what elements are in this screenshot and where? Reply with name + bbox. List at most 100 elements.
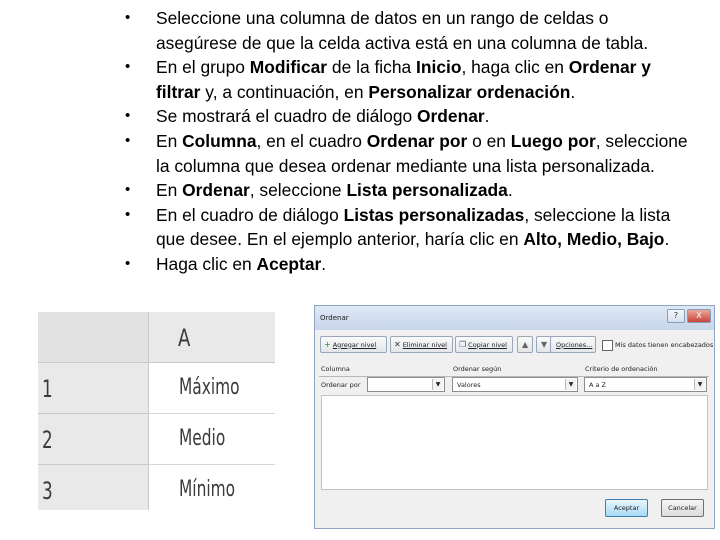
bold-term: Inicio (416, 57, 462, 78)
dialog-titlebar: Ordenar ? X (315, 306, 714, 330)
instruction-line: • En el grupo Modificar de la ficha Inici… (125, 55, 715, 80)
copy-level-button[interactable]: ❐ Copiar nivel (455, 336, 513, 353)
chevron-down-icon: ▼ (694, 379, 705, 390)
column-header-a: A (178, 324, 191, 352)
sort-by-label: Ordenar por (321, 381, 361, 389)
cell-a2: Medio (149, 414, 275, 465)
instruction-line: filtrar y, a continuación, en Personaliz… (125, 80, 715, 105)
bullet-dot: • (125, 9, 131, 26)
bold-term: Luego por (510, 130, 596, 151)
bold-term: Aceptar (256, 253, 322, 274)
row-header: 1 (38, 363, 149, 414)
instruction-text: Se mostrará el cuadro de diálogo (156, 106, 418, 127)
bold-term: Ordenar y (568, 57, 651, 78)
bullet-dot: • (125, 181, 131, 199)
close-button[interactable]: X (687, 309, 711, 323)
dialog-toolbar: + Agregar nivel ✕ Eliminar nivel ❐ Copia… (315, 332, 714, 360)
bold-term: Ordenar (417, 106, 485, 127)
instruction-text: que desee. En el ejemplo anterior, haría… (156, 229, 524, 250)
row-number: 1 (42, 375, 53, 403)
instruction-text: asegúrese de que la celda activa está en… (156, 32, 649, 53)
add-icon: + (324, 340, 331, 349)
bold-term: Modificar (249, 57, 328, 78)
select-all-corner (38, 312, 149, 362)
instruction-text: , en el cuadro (256, 130, 367, 151)
bold-term: filtrar (156, 81, 201, 102)
instruction-text: En el cuadro de diálogo (156, 204, 344, 225)
instruction-text: la columna que desea ordenar mediante un… (156, 155, 655, 176)
bold-term: Lista personalizada (346, 180, 508, 201)
cell-a1: Máximo (149, 363, 275, 414)
instruction-text: de la ficha (327, 57, 417, 78)
instruction-list: • Seleccione una columna de datos en un r… (125, 6, 715, 277)
instruction-text: , haga clic en (461, 57, 569, 78)
row-number: 3 (42, 477, 53, 505)
bold-term: Ordenar (182, 180, 250, 201)
instruction-line: asegúrese de que la celda activa está en… (125, 31, 715, 56)
instruction-line: la columna que desea ordenar mediante un… (125, 154, 715, 179)
arrow-up-icon: ▲ (522, 340, 529, 349)
row-number: 2 (42, 426, 53, 454)
chevron-down-icon: ▼ (565, 379, 576, 390)
sort-dialog: Ordenar ? X + Agregar nivel ✕ Eliminar n… (314, 305, 715, 529)
bullet-dot: • (125, 131, 131, 149)
instruction-line: • Se mostrará el cuadro de diálogo Ordena… (125, 104, 715, 129)
headers-checkbox[interactable] (602, 340, 613, 351)
sort-on-value: Valores (457, 381, 481, 389)
column-header-label: Columna (321, 365, 350, 373)
instruction-text: , seleccione (249, 180, 347, 201)
sort-on-select[interactable]: Valores ▼ (452, 377, 578, 392)
instruction-text: . (507, 180, 513, 201)
chevron-down-icon: ▼ (432, 379, 443, 390)
bullet-dot: • (125, 205, 131, 223)
options-button[interactable]: Opciones... (550, 336, 596, 353)
cell-a3: Mínimo (149, 465, 275, 510)
order-select[interactable]: A a Z ▼ (584, 377, 707, 392)
options-label: Opciones... (556, 340, 593, 349)
add-level-button[interactable]: + Agregar nivel (320, 336, 387, 353)
cell-value: Mínimo (179, 477, 236, 502)
sort-on-header-label: Ordenar según (453, 365, 502, 373)
bold-term: Ordenar por (366, 130, 468, 151)
instruction-text: . (664, 229, 670, 250)
instruction-text: . (484, 106, 490, 127)
instruction-text: Seleccione una columna de datos en un ra… (156, 8, 609, 28)
ok-button[interactable]: Aceptar (605, 499, 648, 517)
sort-levels-area (321, 395, 708, 490)
cell-value: Medio (179, 426, 226, 451)
add-level-label: Agregar nivel (332, 340, 377, 349)
bullet-dot: • (125, 58, 131, 76)
instruction-text: , seleccione (595, 130, 688, 151)
delete-level-label: Eliminar nivel (402, 340, 447, 349)
row-header: 3 (38, 465, 149, 510)
instruction-line: • Seleccione una columna de datos en un r… (125, 6, 715, 31)
spreadsheet-example: A 1 Máximo 2 Medio 3 Mínimo (38, 312, 275, 510)
delete-level-button[interactable]: ✕ Eliminar nivel (390, 336, 453, 353)
instruction-text: . (321, 253, 327, 274)
instruction-text: y, a continuación, en (200, 81, 369, 102)
dialog-title: Ordenar (320, 314, 349, 322)
bold-term: Personalizar ordenación (368, 81, 571, 102)
instruction-line: que desee. En el ejemplo anterior, haría… (125, 227, 715, 252)
delete-icon: ✕ (394, 340, 401, 349)
instruction-text: En el grupo (156, 57, 250, 78)
bold-term: Columna (182, 130, 257, 151)
instruction-text: o en (467, 130, 511, 151)
instruction-text: En (156, 130, 183, 151)
instruction-text: Haga clic en (156, 253, 257, 274)
instruction-text: . (570, 81, 576, 102)
move-up-button[interactable]: ▲ (517, 336, 533, 353)
headers-checkbox-label: Mis datos tienen encabezados (615, 341, 714, 349)
instruction-line: • Haga clic en Aceptar. (125, 252, 715, 277)
copy-level-label: Copiar nivel (468, 340, 507, 349)
instruction-line: • En Ordenar, seleccione Lista personaliz… (125, 178, 715, 203)
cancel-button[interactable]: Cancelar (661, 499, 704, 517)
cell-value: Máximo (179, 375, 240, 400)
copy-icon: ❐ (459, 340, 467, 349)
order-value: A a Z (589, 381, 607, 389)
order-header-label: Criterio de ordenación (585, 365, 658, 373)
instruction-line: • En el cuadro de diálogo Listas personal… (125, 203, 715, 228)
help-button[interactable]: ? (667, 309, 685, 323)
bullet-dot: • (125, 254, 131, 272)
sort-by-column-select[interactable]: ▼ (367, 377, 445, 392)
